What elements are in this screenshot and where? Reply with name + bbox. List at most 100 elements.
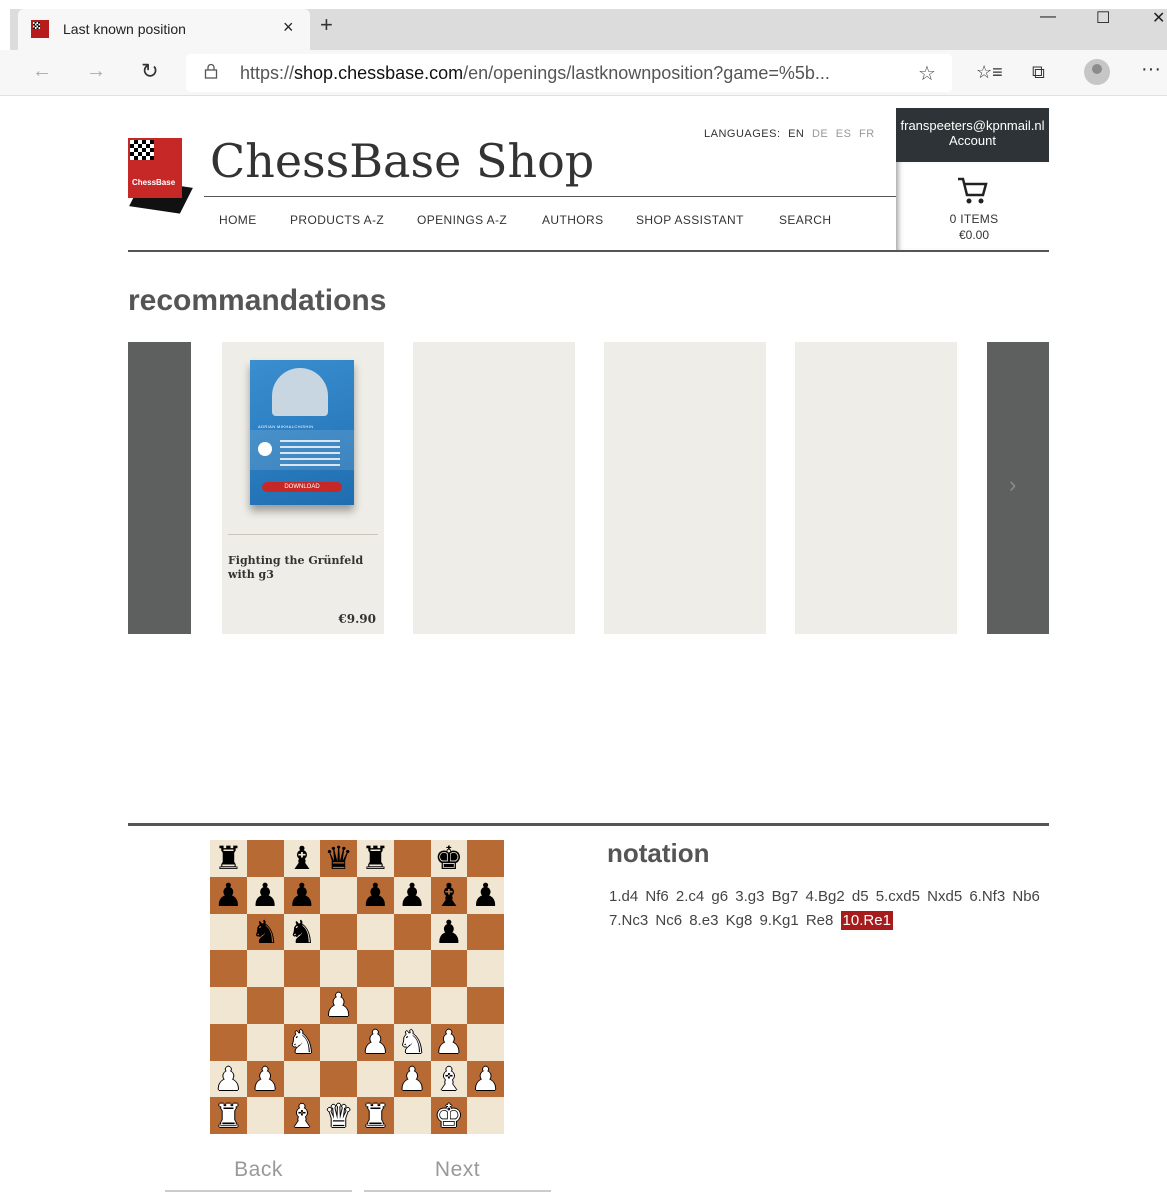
favorite-star-icon[interactable]: ☆: [918, 61, 936, 86]
black-piece-icon[interactable]: ♛: [324, 842, 353, 874]
address-bar[interactable]: https://shop.chessbase.com/en/openings/l…: [186, 54, 952, 92]
move[interactable]: 3.g3: [735, 888, 764, 905]
square-d4[interactable]: ♟: [320, 987, 357, 1024]
move[interactable]: 10.Re1: [840, 911, 893, 930]
chess-board[interactable]: ♜ ♝ ♛ ♜ ♚ ♟ ♟ ♟ ♟ ♟ ♝ ♟ ♞ ♞ ♟ ♟ ♞ ♟ ♞ ♟ ♟ ♟ ♟ ♝ ♟ ♜ ♝ ♛ ♜ ♚: [210, 840, 504, 1134]
move[interactable]: Nxd5: [927, 888, 962, 905]
square-c5[interactable]: [283, 950, 321, 987]
nav-search[interactable]: SEARCH: [779, 213, 831, 227]
square-e8[interactable]: ♜: [357, 840, 394, 877]
square-a8[interactable]: ♜: [210, 840, 247, 877]
chevron-right-icon[interactable]: ›: [1009, 472, 1016, 498]
square-b4[interactable]: [246, 987, 284, 1024]
square-g2[interactable]: ♝: [430, 1060, 468, 1098]
move[interactable]: Bg7: [772, 888, 799, 905]
square-f5[interactable]: [393, 950, 431, 987]
square-h2[interactable]: ♟: [467, 1060, 504, 1098]
back-arrow-icon[interactable]: ←: [32, 60, 52, 83]
maximize-icon[interactable]: ☐: [1096, 8, 1110, 28]
move[interactable]: Kg8: [726, 912, 753, 929]
lang-de[interactable]: DE: [812, 128, 828, 140]
white-piece-icon[interactable]: ♜: [361, 1100, 390, 1132]
nav-products-a-z[interactable]: PRODUCTS A-Z: [290, 213, 384, 227]
forward-arrow-icon[interactable]: →: [86, 60, 106, 83]
white-piece-icon[interactable]: ♜: [214, 1100, 243, 1132]
square-h8[interactable]: [467, 840, 504, 877]
slider-prev-panel[interactable]: [128, 342, 191, 634]
square-f6[interactable]: [393, 913, 431, 951]
minimize-icon[interactable]: —: [1040, 8, 1056, 26]
white-piece-icon[interactable]: ♝: [288, 1100, 317, 1132]
square-e6[interactable]: [357, 913, 394, 951]
move[interactable]: Nf6: [645, 888, 668, 905]
white-piece-icon[interactable]: ♝: [435, 1063, 464, 1095]
square-c6[interactable]: ♞: [283, 913, 321, 951]
product-title[interactable]: Fighting the Grünfeld with g3: [228, 554, 378, 582]
square-a6[interactable]: [210, 913, 247, 951]
black-piece-icon[interactable]: ♚: [435, 842, 464, 874]
lang-en[interactable]: EN: [788, 128, 804, 140]
square-h7[interactable]: ♟: [467, 876, 504, 914]
square-b8[interactable]: [246, 840, 284, 877]
more-menu-icon[interactable]: ···: [1141, 58, 1161, 81]
white-piece-icon[interactable]: ♟: [361, 1026, 390, 1058]
black-piece-icon[interactable]: ♟: [435, 916, 464, 948]
square-f4[interactable]: [393, 987, 431, 1024]
product-cover-image[interactable]: ADRIAN MIKHALCHISHIN DOWNLOAD: [250, 360, 354, 505]
white-piece-icon[interactable]: ♟: [214, 1063, 243, 1095]
square-b5[interactable]: [246, 950, 284, 987]
browser-tab[interactable]: Last known position ×: [18, 9, 310, 50]
square-g1[interactable]: ♚: [430, 1097, 468, 1134]
square-f2[interactable]: ♟: [393, 1060, 431, 1098]
reload-icon[interactable]: ↻: [141, 59, 159, 84]
square-h6[interactable]: [467, 913, 504, 951]
black-piece-icon[interactable]: ♞: [251, 916, 280, 948]
white-piece-icon[interactable]: ♞: [398, 1026, 427, 1058]
move[interactable]: Nc6: [655, 912, 682, 929]
square-a4[interactable]: [210, 987, 247, 1024]
white-piece-icon[interactable]: ♟: [471, 1063, 500, 1095]
square-h5[interactable]: [467, 950, 504, 987]
square-c4[interactable]: [283, 987, 321, 1024]
square-h3[interactable]: [467, 1023, 504, 1061]
square-g5[interactable]: [430, 950, 468, 987]
move[interactable]: 9.Kg1: [759, 912, 798, 929]
favorites-list-icon[interactable]: ☆≡: [976, 62, 1003, 83]
white-piece-icon[interactable]: ♛: [324, 1100, 353, 1132]
move[interactable]: d5: [852, 888, 869, 905]
lang-fr[interactable]: FR: [859, 128, 875, 140]
square-h1[interactable]: [467, 1097, 504, 1134]
move[interactable]: 2.c4: [676, 888, 704, 905]
square-e4[interactable]: [357, 987, 394, 1024]
move[interactable]: 6.Nf3: [969, 888, 1005, 905]
lang-es[interactable]: ES: [836, 128, 852, 140]
square-d7[interactable]: [320, 876, 357, 914]
black-piece-icon[interactable]: ♟: [471, 879, 500, 911]
collections-icon[interactable]: ⧉: [1032, 62, 1045, 83]
square-b7[interactable]: ♟: [246, 876, 284, 914]
square-e1[interactable]: ♜: [357, 1097, 394, 1134]
move[interactable]: Nb6: [1012, 888, 1040, 905]
square-e3[interactable]: ♟: [357, 1023, 394, 1061]
square-d6[interactable]: [320, 913, 357, 951]
square-f8[interactable]: [393, 840, 431, 877]
square-a5[interactable]: [210, 950, 247, 987]
nav-home[interactable]: HOME: [219, 213, 257, 227]
next-button[interactable]: Next: [364, 1158, 551, 1192]
account-panel[interactable]: franspeeters@kpnmail.nl Account: [896, 108, 1049, 162]
square-b3[interactable]: [246, 1023, 284, 1061]
slider-next-panel[interactable]: ›: [987, 342, 1049, 634]
move[interactable]: 4.Bg2: [806, 888, 845, 905]
black-piece-icon[interactable]: ♟: [251, 879, 280, 911]
square-c1[interactable]: ♝: [283, 1097, 321, 1134]
black-piece-icon[interactable]: ♝: [435, 879, 464, 911]
square-c8[interactable]: ♝: [283, 840, 321, 877]
square-b1[interactable]: [246, 1097, 284, 1134]
profile-avatar[interactable]: [1084, 59, 1110, 85]
chessbase-logo[interactable]: ChessBase: [128, 138, 193, 214]
black-piece-icon[interactable]: ♟: [288, 879, 317, 911]
square-a2[interactable]: ♟: [210, 1060, 247, 1098]
black-piece-icon[interactable]: ♞: [288, 916, 317, 948]
white-piece-icon[interactable]: ♞: [288, 1026, 317, 1058]
square-f1[interactable]: [393, 1097, 431, 1134]
